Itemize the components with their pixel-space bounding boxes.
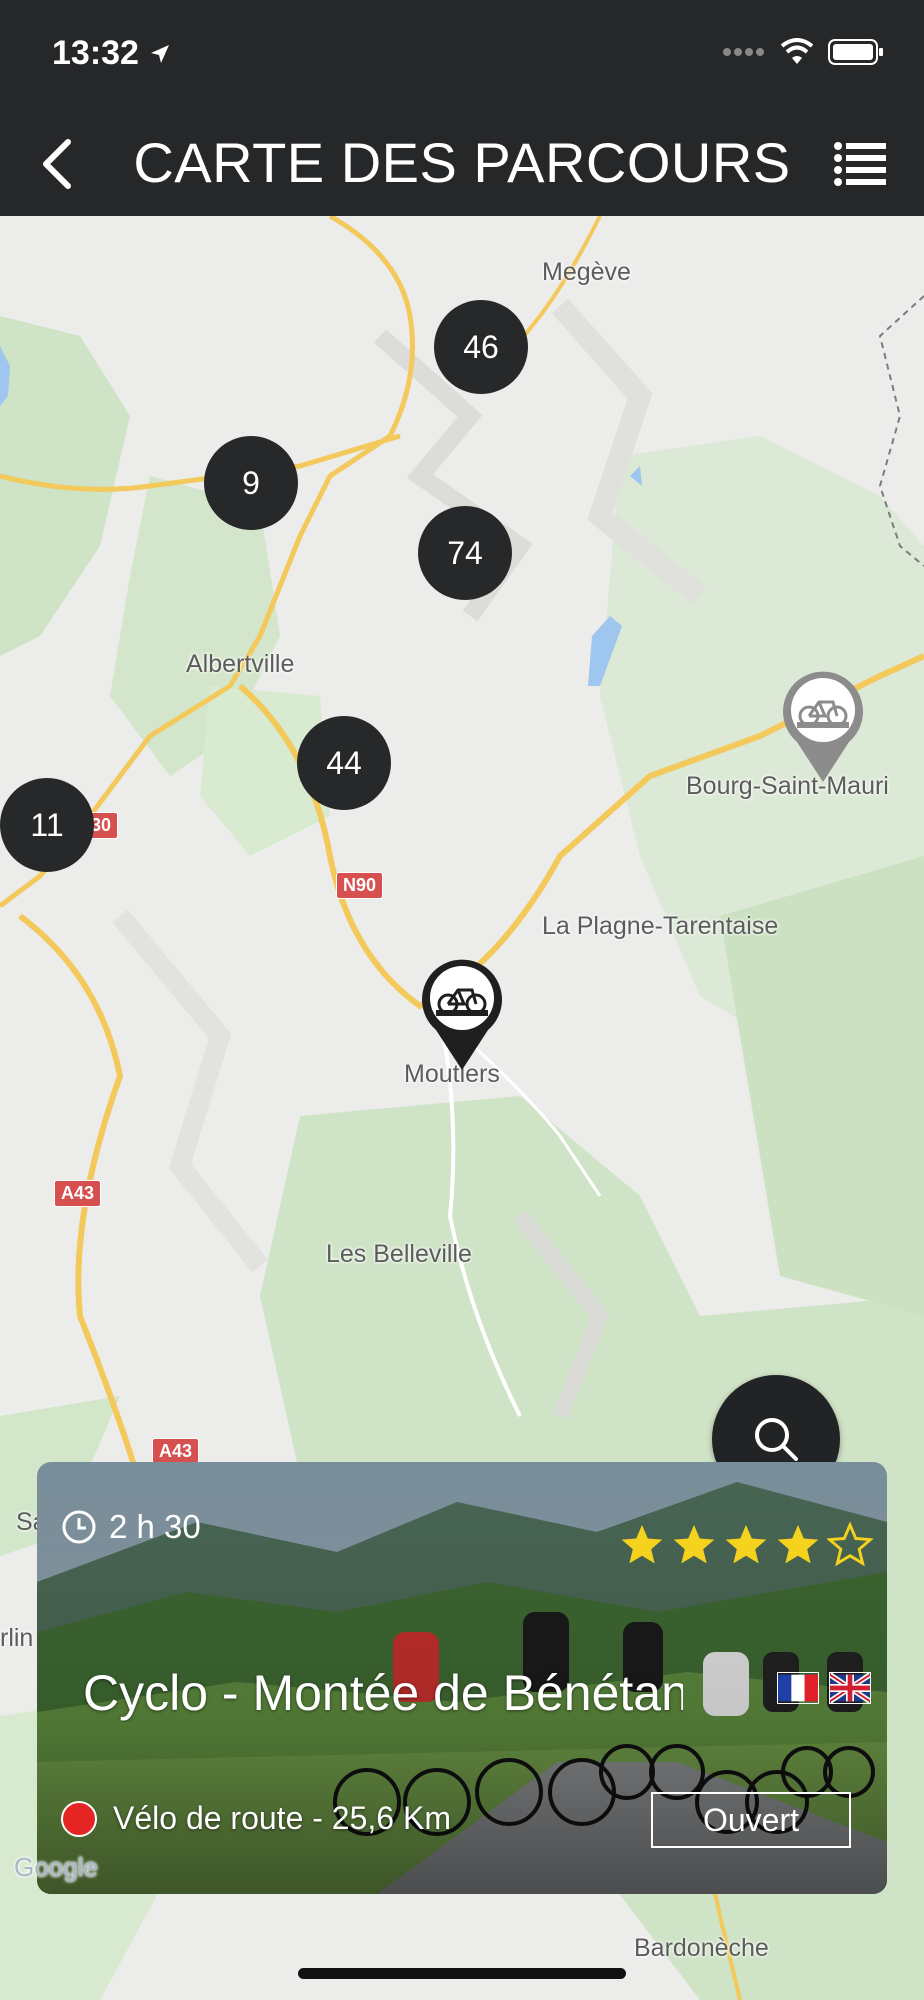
star-filled-icon (725, 1524, 767, 1564)
difficulty-dot-icon (61, 1800, 97, 1837)
bike-route-pin[interactable] (777, 666, 869, 786)
place-label-megeve: Megève (542, 258, 631, 286)
flag-gb-icon (829, 1672, 871, 1704)
route-card[interactable]: 2 h 30 Cyclo - Montée de Bénétan Vélo de… (37, 1462, 887, 1894)
place-label-partial-rlin: rlin (0, 1624, 34, 1652)
battery-icon (828, 39, 883, 65)
route-status-badge: Ouvert (651, 1792, 851, 1848)
page-title: CARTE DES PARCOURS (133, 131, 791, 194)
bike-route-pin-selected[interactable] (416, 954, 508, 1074)
language-flags (777, 1672, 871, 1704)
map-cluster-marker[interactable]: 44 (297, 716, 391, 810)
star-empty-icon (827, 1522, 873, 1567)
duration-label: 2 h 30 (109, 1508, 201, 1545)
place-label-albertville: Albertville (186, 650, 295, 678)
rating-stars (619, 1522, 873, 1568)
map-cluster-marker[interactable]: 9 (204, 436, 298, 530)
time-label: 13:32 (52, 34, 139, 72)
route-title: Cyclo - Montée de Bénétan (83, 1665, 683, 1721)
status-bar: 13:32 (0, 0, 924, 110)
status-time: 13:32 (52, 34, 172, 73)
place-label-la-plagne: La Plagne-Tarentaise (542, 912, 779, 940)
map-cluster-marker[interactable]: 11 (0, 778, 94, 872)
location-arrow-icon (151, 45, 170, 63)
map-view[interactable]: Megève Albertville Bourg-Saint-Mauri La … (0, 216, 924, 2000)
route-details: Vélo de route - 25,6 Km (61, 1800, 451, 1837)
route-type-distance: Vélo de route - 25,6 Km (113, 1800, 451, 1836)
map-cluster-marker[interactable]: 46 (434, 300, 528, 394)
clock-icon (62, 1510, 96, 1544)
flag-fr-icon (777, 1672, 819, 1704)
home-indicator[interactable] (298, 1968, 626, 1979)
road-shield-n90: N90 (336, 872, 384, 899)
map-cluster-marker[interactable]: 74 (418, 506, 512, 600)
navigation-bar: CARTE DES PARCOURS (0, 110, 924, 216)
wifi-icon (780, 38, 814, 64)
bike-pin-icon (422, 959, 502, 1070)
bike-pin-icon (783, 671, 863, 782)
list-icon (834, 142, 886, 186)
place-label-bardoneche: Bardonèche (634, 1934, 769, 1962)
signal-icon (723, 48, 764, 56)
duration: 2 h 30 (61, 1508, 201, 1546)
search-icon (755, 1418, 798, 1461)
road-shield-a43: A43 (54, 1180, 102, 1207)
star-filled-icon (673, 1524, 715, 1564)
status-icons (722, 38, 884, 66)
star-filled-icon (777, 1524, 819, 1564)
place-label-les-belleville: Les Belleville (326, 1240, 472, 1268)
road-shield-a43-lower: A43 (152, 1438, 200, 1465)
list-view-button[interactable] (832, 138, 888, 190)
star-filled-icon (621, 1524, 663, 1564)
google-logo: Google (14, 1852, 98, 1882)
